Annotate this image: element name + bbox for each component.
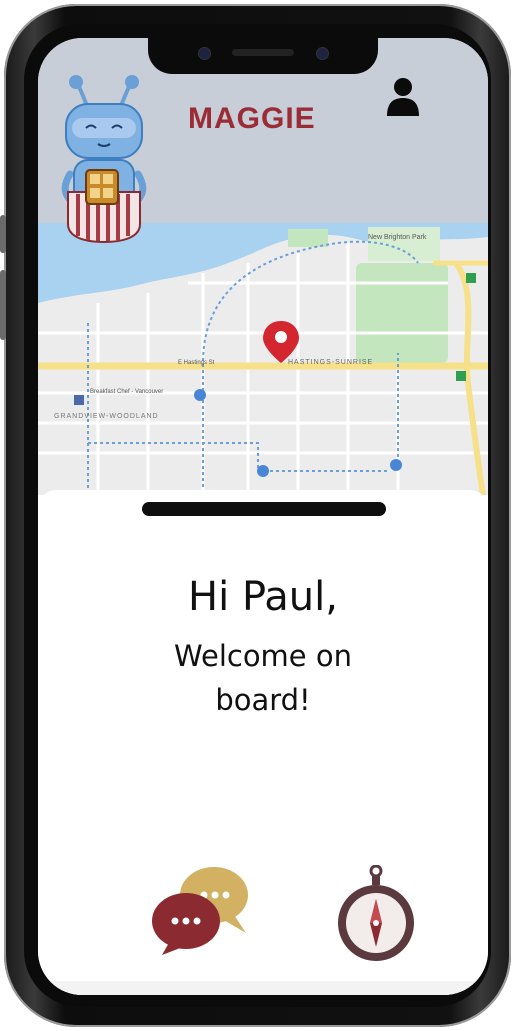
map-label-neighborhood: GRANDVIEW-WOODLAND: [54, 413, 159, 420]
app-screen: MAGGIE New Brighton Park E Hastings St H…: [38, 38, 488, 995]
drag-handle[interactable]: [142, 502, 386, 516]
user-icon[interactable]: [386, 76, 420, 116]
sensor-icon: [316, 47, 329, 60]
transit-stop-icon: [257, 465, 269, 477]
park-new-brighton: [368, 227, 440, 261]
park-marker-icon: [456, 371, 466, 381]
park-small: [288, 229, 328, 247]
camera-icon: [198, 47, 211, 60]
transit-stop-icon: [194, 389, 206, 401]
map-label-park: New Brighton Park: [368, 234, 427, 241]
compass-icon[interactable]: [334, 865, 418, 965]
park-area: [356, 263, 448, 363]
volume-down-button: [0, 270, 6, 340]
app-title: MAGGIE: [188, 102, 316, 135]
map-view[interactable]: New Brighton Park E Hastings St HASTINGS…: [38, 223, 488, 495]
phone-notch: [148, 38, 378, 74]
map-label-hastings: E Hastings St: [178, 360, 215, 366]
robot-mascot: [61, 75, 147, 244]
welcome-message: Welcome on board!: [38, 634, 488, 722]
map-label-restaurant: Breakfast Chef - Vancouver: [90, 389, 163, 395]
map-canvas: New Brighton Park E Hastings St HASTINGS…: [38, 223, 488, 495]
chat-bubbles-icon[interactable]: [148, 855, 258, 955]
home-indicator-bar: [38, 981, 488, 995]
welcome-line-1: Welcome on: [174, 639, 352, 673]
restaurant-marker-icon: [74, 395, 84, 405]
greeting-heading: Hi Paul,: [188, 574, 338, 620]
map-label-hastings-sunrise: HASTINGS-SUNRISE: [288, 359, 373, 366]
welcome-card: Hi Paul, Welcome on board!: [38, 490, 488, 995]
transit-stop-icon: [390, 459, 402, 471]
park-marker-icon: [466, 273, 476, 283]
volume-up-button: [0, 215, 6, 253]
speaker-grille: [232, 49, 294, 56]
welcome-line-2: board!: [215, 683, 311, 717]
